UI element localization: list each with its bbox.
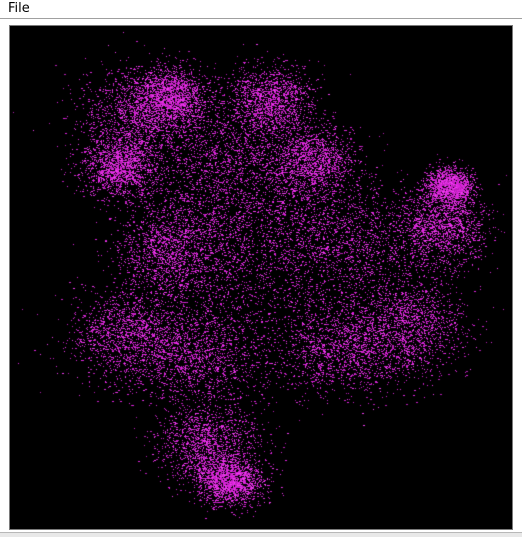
window-bottom-border — [0, 532, 522, 537]
app-window: File — [0, 0, 522, 537]
menu-bar: File — [0, 0, 522, 19]
fractal-canvas[interactable] — [10, 26, 510, 526]
menu-file[interactable]: File — [6, 1, 32, 17]
